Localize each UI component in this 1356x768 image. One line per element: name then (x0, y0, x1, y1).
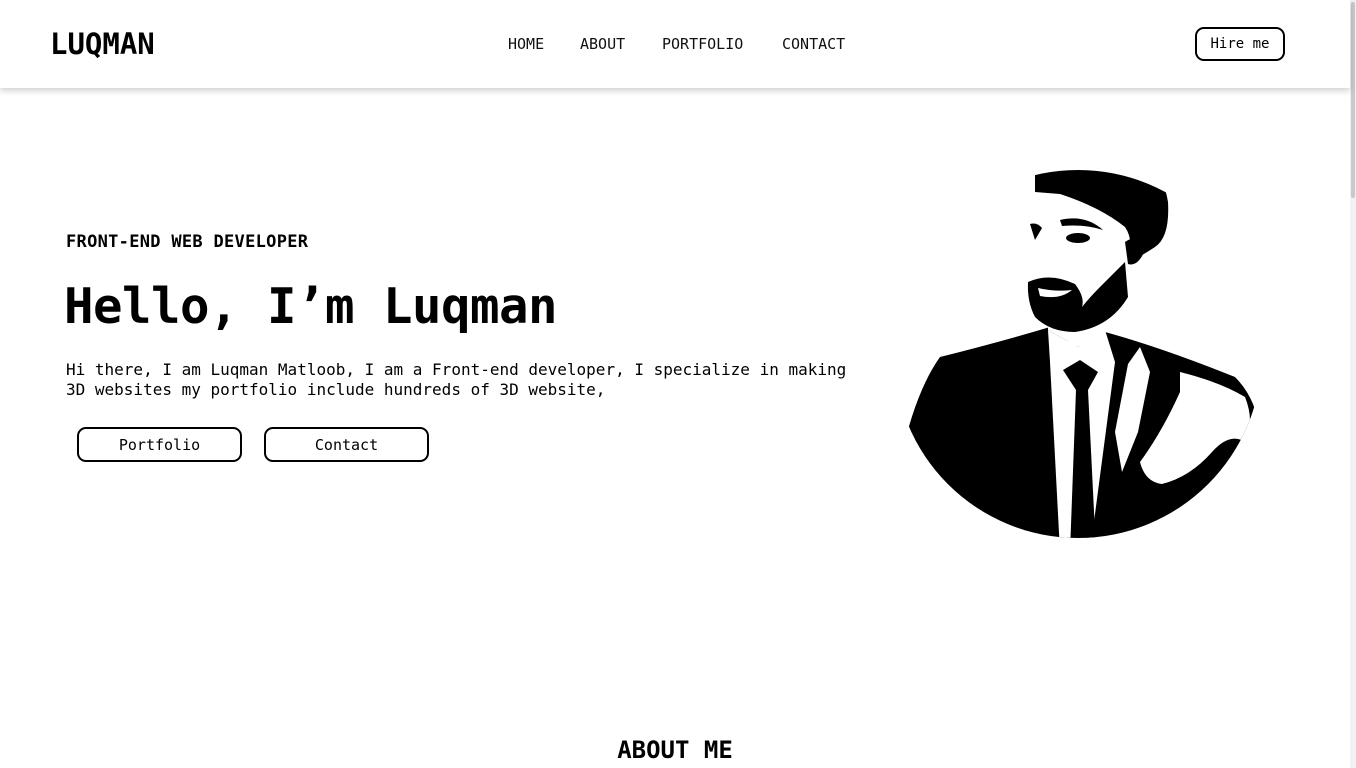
site-header: LUQMAN HOME ABOUT PORTFOLIO CONTACT Hire… (0, 0, 1350, 88)
hero-subtitle: FRONT-END WEB DEVELOPER (66, 232, 309, 252)
hero-headline: Hello, I’m Luqman (64, 278, 558, 335)
portfolio-button[interactable]: Portfolio (77, 427, 242, 462)
nav-about-link[interactable]: ABOUT (580, 35, 625, 53)
contact-button[interactable]: Contact (264, 427, 429, 462)
hero-intro-text: Hi there, I am Luqman Matloob, I am a Fr… (66, 360, 847, 399)
about-section-title: ABOUT ME (617, 736, 733, 764)
hire-me-button[interactable]: Hire me (1195, 27, 1285, 61)
nav-portfolio-link[interactable]: PORTFOLIO (662, 35, 743, 53)
scrollbar-thumb[interactable] (1351, 2, 1355, 198)
page-scrollbar[interactable] (1350, 0, 1356, 768)
nav-contact-link[interactable]: CONTACT (782, 35, 845, 53)
nav-home-link[interactable]: HOME (508, 35, 544, 53)
developer-portrait-illustration (900, 170, 1261, 538)
main-nav: HOME ABOUT PORTFOLIO CONTACT (0, 35, 1350, 55)
